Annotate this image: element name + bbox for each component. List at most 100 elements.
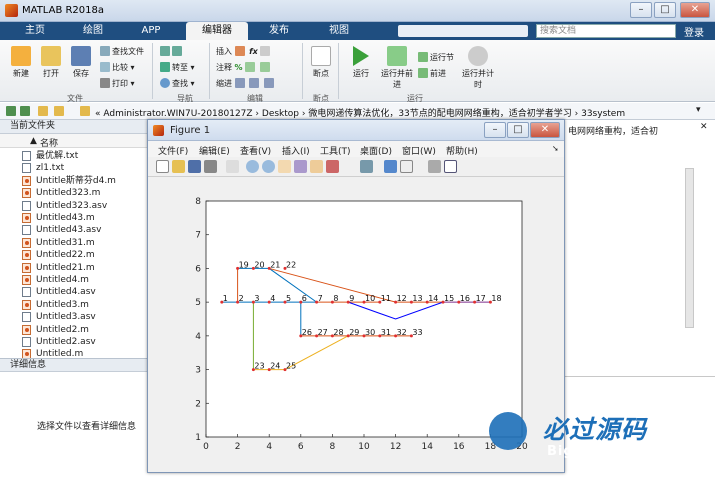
find-button[interactable]: 查找 ▾: [160, 78, 195, 89]
menu-help[interactable]: 帮助(H): [446, 144, 478, 157]
menu-view[interactable]: 查看(V): [240, 144, 271, 157]
advance-button[interactable]: 前进: [418, 68, 446, 79]
run-time-button[interactable]: 运行并计时: [462, 46, 494, 90]
text-file-icon: [22, 225, 31, 236]
select-arrow-icon[interactable]: [226, 160, 239, 173]
indent-button[interactable]: 缩进: [216, 78, 276, 89]
open-file-icon[interactable]: [172, 160, 185, 173]
forward-arrow-icon[interactable]: [20, 106, 30, 116]
run-section-button[interactable]: 运行节: [418, 52, 454, 63]
indent-icon: [234, 78, 245, 88]
y-tick-label: 8: [195, 197, 201, 207]
colorbar-icon[interactable]: [384, 160, 397, 173]
save-button[interactable]: 保存: [66, 46, 96, 79]
insert-icon: [234, 46, 245, 56]
browse-folder-icon[interactable]: [54, 106, 64, 116]
column-header[interactable]: ▲ 名称: [0, 134, 150, 149]
find-files-button[interactable]: 查找文件: [100, 46, 144, 57]
figure-maximize-button[interactable]: □: [507, 122, 529, 138]
insert-dropdown-icon: [260, 46, 271, 56]
file-list-item[interactable]: Untitled4.m: [0, 274, 150, 286]
compare-button[interactable]: 比较 ▾: [100, 62, 135, 73]
legend-icon[interactable]: [400, 160, 413, 173]
file-list-item[interactable]: Untitled323.asv: [0, 200, 150, 212]
file-list-item[interactable]: Untitle斯蒂芬d4.m: [0, 175, 150, 187]
file-list-item[interactable]: Untitled21.m: [0, 262, 150, 274]
dock-icon[interactable]: ➘: [552, 144, 559, 153]
folder-icon: [41, 46, 61, 66]
uncomment-icon: [259, 62, 270, 72]
back-arrow-icon[interactable]: [6, 106, 16, 116]
maximize-button[interactable]: □: [654, 2, 676, 18]
file-list-item[interactable]: 最优解.txt: [0, 150, 150, 162]
address-dropdown-icon[interactable]: ▾: [696, 105, 701, 115]
menu-tools[interactable]: 工具(T): [320, 144, 351, 157]
brush-icon[interactable]: [326, 160, 339, 173]
file-list-item[interactable]: Untitled22.m: [0, 249, 150, 261]
node-label: 23: [254, 362, 264, 371]
data-cursor-icon[interactable]: [310, 160, 323, 173]
search-input[interactable]: 搜索文档: [536, 24, 676, 38]
file-list-item[interactable]: Untitled.m: [0, 348, 150, 358]
up-folder-icon[interactable]: [38, 106, 48, 116]
current-path[interactable]: « Administrator.WIN7U-20180127Z › Deskto…: [95, 106, 625, 119]
file-list-item[interactable]: Untitled2.asv: [0, 336, 150, 348]
tab-publish[interactable]: 发布: [256, 22, 302, 40]
pan-icon[interactable]: [278, 160, 291, 173]
new-figure-icon[interactable]: [156, 160, 169, 173]
file-list-item[interactable]: Untitled323.m: [0, 187, 150, 199]
file-list-item[interactable]: Untitled31.m: [0, 237, 150, 249]
run-advance-button[interactable]: 运行并前进: [380, 46, 414, 90]
login-link[interactable]: 登录: [684, 24, 704, 39]
file-list-item[interactable]: Untitled4.asv: [0, 286, 150, 298]
figure-minimize-button[interactable]: –: [484, 122, 506, 138]
tab-plots[interactable]: 绘图: [72, 22, 114, 40]
file-name: Untitled4.asv: [36, 287, 96, 298]
open-button[interactable]: 打开: [36, 46, 66, 79]
y-tick-label: 1: [195, 433, 201, 443]
text-file-icon: [22, 287, 31, 298]
file-list-item[interactable]: zl1.txt: [0, 162, 150, 174]
panel-close-icon[interactable]: ✕: [700, 122, 708, 132]
tab-view[interactable]: 视图: [316, 22, 362, 40]
back-icon: [160, 46, 170, 56]
new-button[interactable]: 新建: [6, 46, 36, 79]
tab-editor[interactable]: 编辑器: [186, 22, 248, 40]
insert-button[interactable]: 插入 fx: [216, 46, 272, 57]
menu-window[interactable]: 窗口(W): [402, 144, 436, 157]
node-label: 11: [381, 294, 391, 303]
hide-plot-tools-icon[interactable]: [428, 160, 441, 173]
command-window-line: [560, 376, 715, 377]
tab-home[interactable]: 主页: [14, 22, 56, 40]
minimize-button[interactable]: –: [630, 2, 652, 18]
menu-edit[interactable]: 编辑(E): [199, 144, 230, 157]
menu-insert[interactable]: 插入(I): [282, 144, 310, 157]
print-figure-icon[interactable]: [204, 160, 217, 173]
nav-arrows[interactable]: [160, 46, 184, 56]
figure-close-button[interactable]: ✕: [530, 122, 560, 138]
file-name: Untitled4.m: [36, 275, 89, 285]
comment-button[interactable]: 注释 %: [216, 62, 272, 73]
file-list-item[interactable]: Untitled3.asv: [0, 311, 150, 323]
menu-desktop[interactable]: 桌面(D): [360, 144, 392, 157]
file-list-item[interactable]: Untitled3.m: [0, 299, 150, 311]
menu-file[interactable]: 文件(F): [158, 144, 188, 157]
show-plot-tools-icon[interactable]: [444, 160, 457, 173]
save-figure-icon[interactable]: [188, 160, 201, 173]
close-button[interactable]: ✕: [680, 2, 710, 18]
file-list-item[interactable]: Untitled2.m: [0, 324, 150, 336]
file-list-item[interactable]: Untitled43.m: [0, 212, 150, 224]
tab-apps[interactable]: APP: [130, 22, 172, 40]
file-list-item[interactable]: Untitled43.asv: [0, 224, 150, 236]
print-button[interactable]: 打印 ▾: [100, 78, 135, 89]
zoom-out-icon[interactable]: [262, 160, 275, 173]
vertical-scrollbar[interactable]: [685, 168, 694, 328]
link-plot-icon[interactable]: [360, 160, 373, 173]
quick-access-toolbar[interactable]: [398, 25, 528, 37]
rotate-3d-icon[interactable]: [294, 160, 307, 173]
breakpoint-button[interactable]: 断点: [306, 46, 336, 79]
run-button[interactable]: 运行: [344, 46, 378, 79]
goto-button[interactable]: 转至 ▾: [160, 62, 195, 73]
zoom-in-icon[interactable]: [246, 160, 259, 173]
print-icon: [100, 78, 110, 88]
